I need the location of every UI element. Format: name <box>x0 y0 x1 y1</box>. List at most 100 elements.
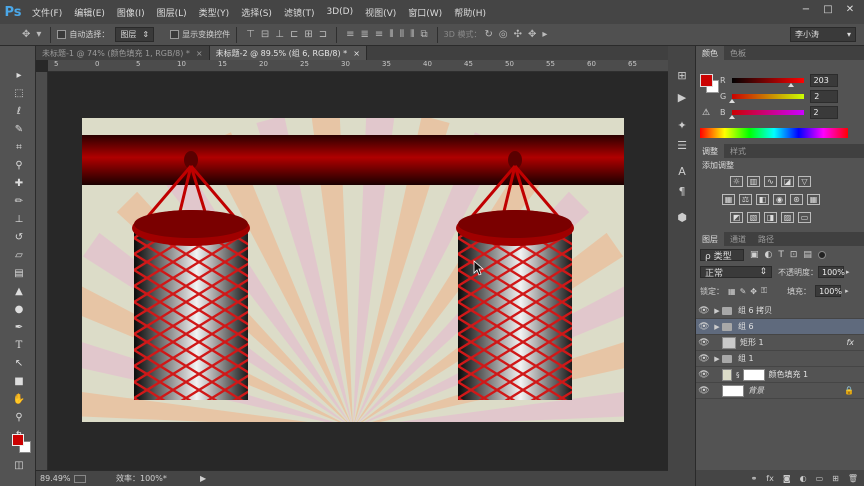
distribute-bottom-icon[interactable]: ≡ <box>375 29 383 40</box>
maximize-button[interactable]: □ <box>818 2 838 16</box>
path-select-tool-icon[interactable]: ↖ <box>12 356 26 370</box>
lock-pixels-icon[interactable]: ✎ <box>740 287 747 296</box>
fg-color-chip[interactable] <box>700 74 713 87</box>
close-tab-icon[interactable]: × <box>353 49 360 58</box>
layer-row[interactable]: 👁 ▶ 组 1 <box>696 351 864 367</box>
lock-transparent-icon[interactable]: ▦ <box>728 287 736 296</box>
red-slider-knob[interactable] <box>787 82 794 87</box>
tab-document-1[interactable]: 未标题-1 @ 74% (颜色填充 1, RGB/8) * × <box>36 46 210 60</box>
3d-roll-icon[interactable]: ◎ <box>499 29 508 40</box>
black-white-icon[interactable]: ◧ <box>756 194 769 205</box>
type-tool-icon[interactable]: T <box>12 338 26 352</box>
tab-adjustments[interactable]: 调整 <box>696 144 724 158</box>
green-value-input[interactable]: 2 <box>810 89 839 103</box>
move-tool-icon[interactable]: ✥ <box>22 29 30 40</box>
levels-icon[interactable]: ▥ <box>747 176 760 187</box>
quick-mask-icon[interactable]: ◫ <box>12 458 26 472</box>
layer-row[interactable]: 👁 § 颜色填充 1 <box>696 367 864 383</box>
link-layers-icon[interactable]: ⚭ <box>751 474 758 483</box>
auto-select-dropdown[interactable]: 图层 ⇕ <box>115 27 155 42</box>
menu-window[interactable]: 窗口(W) <box>402 6 448 19</box>
menu-view[interactable]: 视图(V) <box>359 6 402 19</box>
crop-tool-icon[interactable]: ⌗ <box>12 140 26 154</box>
brightness-icon[interactable]: ☼ <box>730 176 743 187</box>
visibility-eye-icon[interactable]: 👁 <box>696 386 712 396</box>
align-bottom-icon[interactable]: ⊥ <box>275 29 284 40</box>
align-right-icon[interactable]: ⊐ <box>319 29 327 40</box>
blue-value-input[interactable]: 2 <box>809 105 838 119</box>
layer-row[interactable]: 👁 背景 🔒 <box>696 383 864 399</box>
curves-icon[interactable]: ∿ <box>764 176 777 187</box>
history-panel-icon[interactable]: ⊞ <box>675 68 689 82</box>
zoom-tool-icon[interactable]: ⚲ <box>12 410 26 424</box>
character-panel-icon[interactable]: A <box>675 164 689 178</box>
blue-slider-knob[interactable] <box>728 114 735 119</box>
menu-type[interactable]: 类型(Y) <box>193 6 236 19</box>
actions-panel-icon[interactable]: ▶ <box>675 90 689 104</box>
tab-paths[interactable]: 路径 <box>752 234 780 245</box>
tab-styles[interactable]: 样式 <box>724 146 752 157</box>
healing-brush-tool-icon[interactable]: ✚ <box>12 176 26 190</box>
add-style-icon[interactable]: fx <box>766 474 774 483</box>
align-top-icon[interactable]: ⊤ <box>246 29 255 40</box>
status-menu-arrow-icon[interactable]: ▶ <box>200 474 206 483</box>
show-transform-checkbox[interactable] <box>170 30 180 39</box>
link-icon[interactable]: § <box>736 371 740 379</box>
visibility-eye-icon[interactable]: 👁 <box>696 338 712 348</box>
opacity-input[interactable]: 100% <box>818 266 845 278</box>
tab-channels[interactable]: 通道 <box>724 234 752 245</box>
3d-scale-icon[interactable]: ▸ <box>542 29 547 40</box>
lantern-artwork[interactable] <box>82 118 624 422</box>
pen-tool-icon[interactable]: ✒ <box>12 320 26 334</box>
paragraph-panel-icon[interactable]: ¶ <box>675 184 689 198</box>
blur-tool-icon[interactable]: ▲ <box>12 284 26 298</box>
red-slider[interactable] <box>731 77 804 87</box>
expand-arrow-icon[interactable]: ▶ <box>712 307 722 315</box>
auto-select-checkbox[interactable] <box>57 30 67 39</box>
channel-mixer-icon[interactable]: ⊛ <box>790 194 803 205</box>
visibility-eye-icon[interactable]: 👁 <box>696 354 712 364</box>
canvas-viewport[interactable] <box>48 72 668 472</box>
exposure-icon[interactable]: ◪ <box>781 176 794 187</box>
add-mask-icon[interactable]: ◙ <box>783 474 791 483</box>
lock-position-icon[interactable]: ✥ <box>750 287 757 296</box>
3d-slide-icon[interactable]: ✥ <box>528 29 536 40</box>
minimize-button[interactable]: − <box>796 2 816 16</box>
distribute-top-icon[interactable]: ≡ <box>346 29 354 40</box>
expand-arrow-icon[interactable]: ▶ <box>712 355 722 363</box>
color-spectrum-bar[interactable] <box>700 128 848 138</box>
visibility-eye-icon[interactable]: 👁 <box>696 322 712 332</box>
fill-slider-arrow-icon[interactable]: ▸ <box>845 287 849 295</box>
tool-presets-icon[interactable]: ✦ <box>675 118 689 132</box>
opacity-slider-arrow-icon[interactable]: ▸ <box>846 268 850 276</box>
3d-pan-icon[interactable]: ✣ <box>514 29 522 40</box>
align-left-icon[interactable]: ⊏ <box>290 29 298 40</box>
threshold-icon[interactable]: ◨ <box>764 212 777 223</box>
distribute-hcenter-icon[interactable]: ⦀ <box>400 29 404 40</box>
menu-edit[interactable]: 编辑(E) <box>68 6 111 19</box>
filter-adjust-icon[interactable]: ◐ <box>765 250 773 260</box>
gradient-map-icon[interactable]: ▭ <box>798 212 811 223</box>
filter-pixel-icon[interactable]: ▣ <box>750 250 759 260</box>
align-hcenter-icon[interactable]: ⊞ <box>304 29 312 40</box>
marquee-tool-icon[interactable]: ⬚ <box>12 86 26 100</box>
layer-row-selected[interactable]: 👁 ▶ 组 6 <box>696 319 864 335</box>
lasso-tool-icon[interactable]: ℓ <box>12 104 26 118</box>
history-brush-tool-icon[interactable]: ↺ <box>12 230 26 244</box>
3d-rotate-icon[interactable]: ↻ <box>484 29 492 40</box>
expand-arrow-icon[interactable]: ▶ <box>712 323 722 331</box>
move-tool-icon[interactable]: ▸ <box>12 68 26 82</box>
selective-color-icon[interactable]: ▨ <box>781 212 794 223</box>
foreground-color-swatch[interactable] <box>12 434 24 446</box>
filter-shape-icon[interactable]: ⊡ <box>790 250 798 260</box>
rectangle-tool-icon[interactable]: ■ <box>12 374 26 388</box>
invert-icon[interactable]: ◩ <box>730 212 743 223</box>
menu-file[interactable]: 文件(F) <box>26 6 68 19</box>
new-adjustment-icon[interactable]: ◐ <box>800 474 807 483</box>
distribute-right-icon[interactable]: ⦀ <box>410 29 414 40</box>
menu-select[interactable]: 选择(S) <box>235 6 278 19</box>
blue-slider[interactable] <box>728 109 804 119</box>
menu-help[interactable]: 帮助(H) <box>448 6 492 19</box>
filter-type-icon[interactable]: T <box>778 250 784 260</box>
delete-layer-icon[interactable]: 🗑 <box>848 474 858 483</box>
